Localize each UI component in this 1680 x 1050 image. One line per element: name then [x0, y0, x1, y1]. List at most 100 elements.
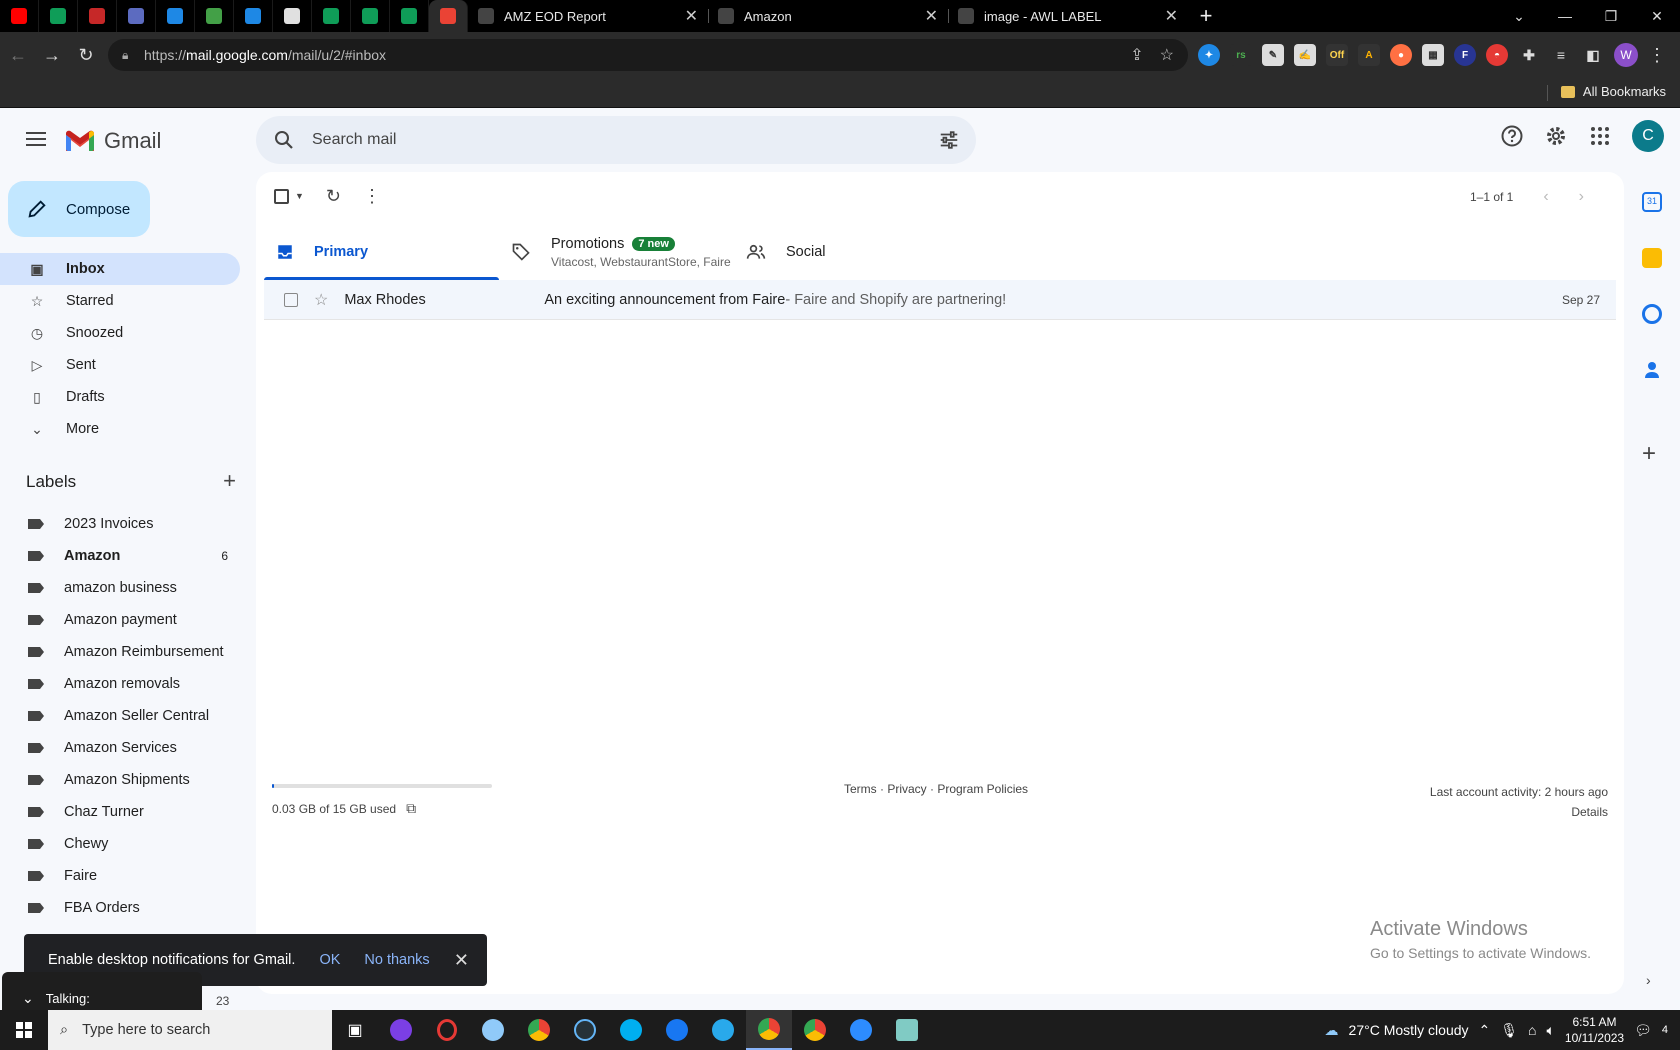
tab-primary[interactable]: Primary — [264, 224, 499, 280]
browser-tab[interactable]: image - AWL LABEL ✕ — [948, 0, 1188, 32]
pinned-tab[interactable] — [156, 0, 195, 32]
address-bar[interactable]: 🔒︎ https://mail.google.com/mail/u/2/#inb… — [108, 39, 1188, 71]
extension-note-icon[interactable]: ✎ — [1262, 44, 1284, 66]
extension-a-icon[interactable]: A — [1358, 44, 1380, 66]
newer-icon[interactable]: › — [1579, 188, 1584, 206]
open-storage-icon[interactable]: ⧉ — [406, 800, 416, 817]
taskbar-app-chrome-profile-va[interactable] — [792, 1010, 838, 1050]
nav-item-inbox[interactable]: ▣ Inbox — [0, 253, 240, 285]
label-item[interactable]: Amazon Services — [0, 732, 240, 764]
close-tab-icon[interactable]: ✕ — [685, 6, 698, 26]
label-item[interactable]: amazon business — [0, 572, 240, 604]
nav-item-more[interactable]: ⌄ More — [0, 413, 240, 445]
pinned-tab[interactable] — [390, 0, 429, 32]
taskbar-app-telegram[interactable] — [700, 1010, 746, 1050]
label-item[interactable]: Amazon Seller Central — [0, 700, 240, 732]
taskbar-search[interactable]: ⌕ Type here to search — [48, 1010, 332, 1050]
search-options-icon[interactable] — [938, 129, 960, 151]
taskbar-app-browser-purple[interactable] — [378, 1010, 424, 1050]
search-icon[interactable] — [272, 128, 296, 152]
nav-item-sent[interactable]: ▷ Sent — [0, 349, 240, 381]
nav-item-starred[interactable]: ☆ Starred — [0, 285, 240, 317]
extension-gear-icon[interactable]: ✦ — [1198, 44, 1220, 66]
share-icon[interactable]: ⇪ — [1130, 45, 1143, 65]
contacts-icon[interactable] — [1642, 360, 1662, 380]
select-all-checkbox[interactable] — [274, 188, 289, 204]
close-tab-icon[interactable]: ✕ — [925, 6, 938, 26]
star-icon[interactable]: ☆ — [314, 290, 328, 310]
tab-search-icon[interactable]: ⌄ — [1496, 0, 1542, 32]
extension-rs-icon[interactable]: rs — [1230, 44, 1252, 66]
extension-sign-icon[interactable]: ✍ — [1294, 44, 1316, 66]
bookmark-star-icon[interactable]: ☆ — [1160, 45, 1174, 65]
settings-gear-icon[interactable] — [1544, 124, 1568, 148]
pinned-tab[interactable] — [195, 0, 234, 32]
more-actions-icon[interactable]: ⋮ — [363, 186, 381, 207]
account-avatar[interactable]: C — [1632, 120, 1664, 152]
windows-start-icon[interactable] — [0, 1010, 48, 1050]
taskbar-app-notes[interactable] — [884, 1010, 930, 1050]
label-item[interactable]: FBA Orders — [0, 892, 240, 924]
search-bar[interactable]: Search mail — [256, 116, 976, 164]
label-item[interactable]: Chaz Turner — [0, 796, 240, 828]
puzzle-icon[interactable]: ✚ — [1518, 44, 1540, 66]
media-icon[interactable]: ≡ — [1550, 44, 1572, 66]
browser-profile-avatar[interactable]: W — [1614, 43, 1638, 67]
taskbar-search-input[interactable]: Type here to search — [82, 1022, 210, 1038]
older-icon[interactable]: ‹ — [1543, 188, 1548, 206]
reload-button[interactable]: ↻ — [70, 39, 102, 71]
tab-promotions[interactable]: Promotions 7 new Vitacost, WebstaurantSt… — [499, 224, 734, 280]
forward-button[interactable]: → — [36, 39, 68, 71]
browser-menu-icon[interactable]: ⋮ — [1648, 45, 1666, 66]
select-all[interactable]: ▼ — [274, 188, 304, 204]
select-dropdown-icon[interactable]: ▼ — [295, 191, 304, 201]
extension-qr-icon[interactable]: ▦ — [1422, 44, 1444, 66]
pinned-tab[interactable] — [78, 0, 117, 32]
weather-icon[interactable]: ☁ — [1325, 1022, 1339, 1039]
taskbar-app-chrome[interactable] — [516, 1010, 562, 1050]
pinned-tab[interactable] — [429, 0, 468, 32]
restore-button[interactable]: ❐ — [1588, 0, 1634, 32]
label-item[interactable]: Amazon 6 — [0, 540, 240, 572]
label-item[interactable]: Chewy — [0, 828, 240, 860]
label-item[interactable]: 2023 Invoices — [0, 508, 240, 540]
calendar-icon[interactable]: 31 — [1642, 192, 1662, 212]
back-button[interactable]: ← — [2, 39, 34, 71]
taskbar-app-facebook[interactable] — [654, 1010, 700, 1050]
pinned-tab[interactable] — [351, 0, 390, 32]
details-link[interactable]: Details — [1430, 802, 1608, 822]
apps-grid-icon[interactable] — [1588, 124, 1612, 148]
sidepanel-icon[interactable]: ◧ — [1582, 44, 1604, 66]
taskbar-clock[interactable]: 6:51 AM 10/11/2023 — [1565, 1014, 1624, 1046]
compose-button[interactable]: Compose — [8, 181, 150, 237]
microphone-icon[interactable]: 🎙︎ — [1500, 1022, 1518, 1039]
taskbar-app-zoom[interactable] — [838, 1010, 884, 1050]
notification-no-thanks-button[interactable]: No thanks — [364, 952, 429, 968]
nav-item-drafts[interactable]: ▯ Drafts — [0, 381, 240, 413]
extension-off-icon[interactable]: Off — [1326, 44, 1348, 66]
add-label-icon[interactable]: + — [223, 470, 236, 492]
notification-center-icon[interactable]: 💬︎ — [1634, 1022, 1652, 1039]
close-icon[interactable]: ✕ — [454, 950, 469, 971]
minimize-button[interactable]: — — [1542, 0, 1588, 32]
extension-ball-icon[interactable]: ◓ — [1486, 44, 1508, 66]
extension-circle-icon[interactable]: ● — [1390, 44, 1412, 66]
help-icon[interactable] — [1500, 124, 1524, 148]
search-input[interactable]: Search mail — [312, 131, 938, 149]
footer-links[interactable]: Terms · Privacy · Program Policies — [844, 782, 1028, 796]
pinned-tab[interactable] — [117, 0, 156, 32]
all-bookmarks[interactable]: All Bookmarks — [1560, 84, 1666, 99]
label-item[interactable]: Amazon payment — [0, 604, 240, 636]
refresh-icon[interactable]: ↻ — [326, 186, 341, 207]
extension-f-icon[interactable]: F — [1454, 44, 1476, 66]
nav-item-snoozed[interactable]: ◷ Snoozed — [0, 317, 240, 349]
weather-text[interactable]: 27°C Mostly cloudy — [1349, 1022, 1469, 1038]
pinned-tab[interactable] — [312, 0, 351, 32]
pinned-tab[interactable] — [234, 0, 273, 32]
volume-icon[interactable]: 🔈︎ — [1547, 1022, 1555, 1039]
keep-icon[interactable] — [1642, 248, 1662, 268]
task-view-icon[interactable]: ▣ — [332, 1010, 378, 1050]
show-side-panel-icon[interactable]: › — [1646, 972, 1651, 988]
email-checkbox[interactable] — [284, 292, 298, 307]
network-icon[interactable]: ⌂ — [1528, 1022, 1536, 1038]
